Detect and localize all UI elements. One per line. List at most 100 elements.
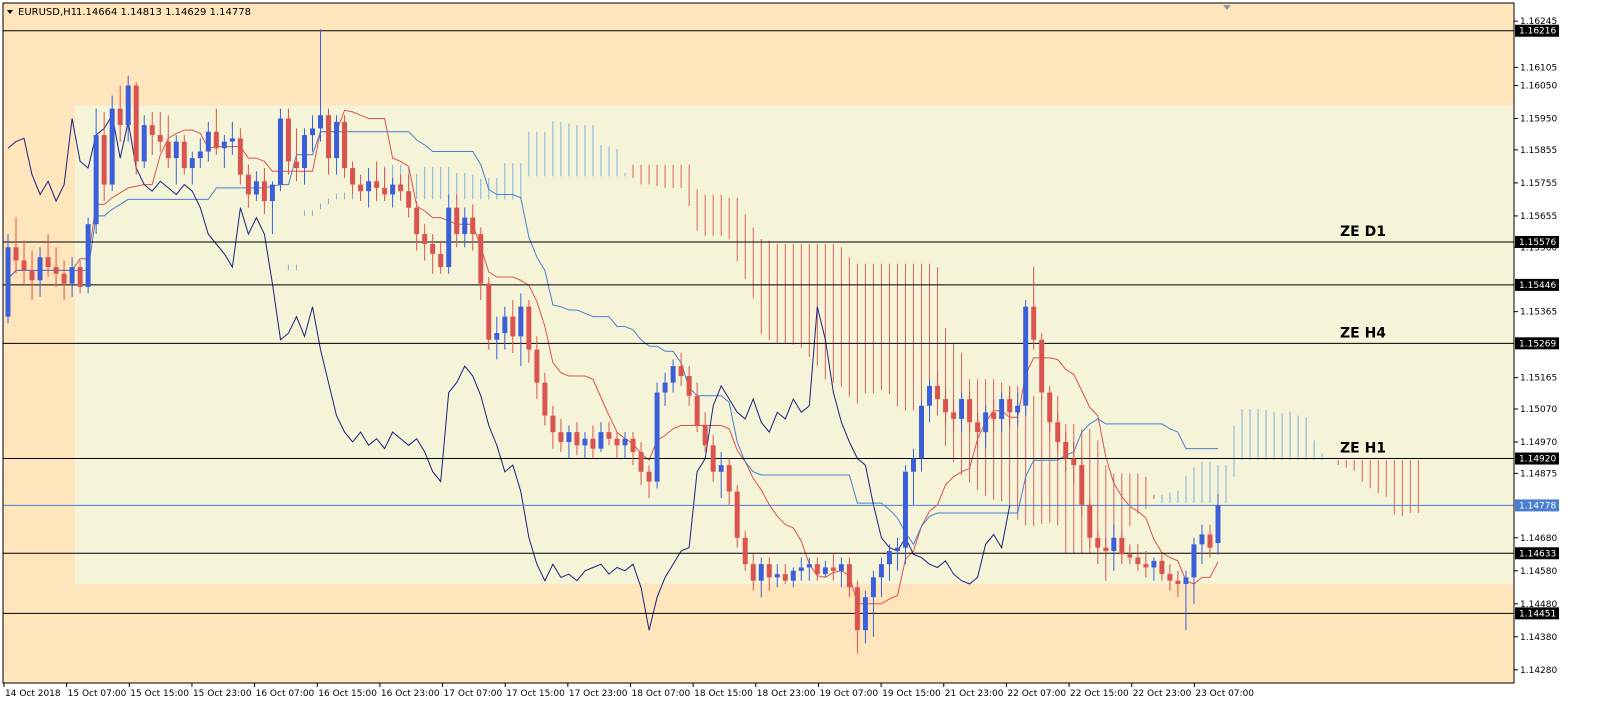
candle-body [85, 224, 91, 287]
candle-body [1183, 577, 1189, 584]
candle-body [894, 547, 900, 551]
current-price-label: 1.14778 [1519, 501, 1556, 511]
candle-body [774, 574, 780, 578]
candle-body [1031, 306, 1037, 340]
x-tick-label: 16 Oct 23:00 [381, 689, 440, 699]
y-tick-label: 1.14680 [1520, 534, 1557, 544]
candle-body [854, 587, 860, 631]
candle-body [846, 564, 852, 588]
candle-body [1079, 465, 1085, 505]
candle-body [574, 432, 580, 446]
candle-body [975, 422, 981, 433]
candle-body [334, 121, 340, 159]
candle-body [181, 141, 187, 169]
candle-body [157, 135, 163, 142]
candle-body [1007, 399, 1013, 413]
candle-body [1175, 580, 1181, 584]
chart-header: EURUSD,H1 1.14664 1.14813 1.14629 1.1477… [7, 7, 251, 18]
candle [85, 217, 91, 294]
chart-window: ZE D1 ZE H4 ZE H1 1.16245 1.16105 1.16050 1.1… [0, 0, 1602, 719]
candle-body [318, 115, 324, 129]
candle-body [951, 412, 957, 419]
candle-body [726, 465, 732, 492]
x-tick-label: 18 Oct 15:00 [694, 689, 753, 699]
y-tick-label: 1.15165 [1520, 374, 1557, 384]
candle [1039, 333, 1045, 400]
candle-body [902, 471, 908, 548]
candle-body [590, 438, 596, 449]
candle-body [1111, 537, 1117, 551]
candle-body [285, 118, 291, 162]
x-tick-label: 18 Oct 23:00 [757, 689, 816, 699]
candle-body [670, 366, 676, 383]
candle-body [406, 191, 412, 208]
candle-body [101, 135, 107, 185]
price-chart[interactable]: ZE D1ZE H4ZE H1 1.162451.161051.160501.1… [0, 0, 1602, 719]
candle-body [269, 184, 275, 202]
candle-body [430, 243, 436, 254]
candle-body [678, 366, 684, 377]
candle-body [422, 234, 428, 244]
x-tick-label: 17 Oct 07:00 [444, 689, 503, 699]
candle-body [69, 267, 75, 284]
candle-body [1047, 392, 1053, 423]
candle [133, 82, 139, 175]
candle-body [310, 128, 315, 136]
candle-body [510, 316, 516, 337]
candle-body [277, 118, 283, 185]
candle-body [927, 385, 933, 406]
candle-body [502, 316, 508, 334]
candle-body [830, 567, 836, 571]
candle-body [446, 207, 452, 268]
candle [109, 95, 115, 192]
candle-body [21, 260, 27, 271]
candle-body [1199, 534, 1205, 545]
candle-body [478, 234, 484, 284]
candle-body [326, 115, 332, 159]
candle-body [782, 574, 788, 581]
candle-body [1215, 505, 1221, 544]
y-tick-label: 1.15755 [1520, 179, 1557, 189]
candle [654, 382, 660, 489]
candle-body [1159, 560, 1165, 575]
candle-body [117, 108, 123, 126]
x-tick-label: 19 Oct 07:00 [819, 689, 878, 699]
candle-body [694, 395, 700, 426]
candle-body [886, 550, 892, 565]
candle-body [197, 151, 203, 159]
candle-body [342, 121, 348, 169]
candle-body [470, 217, 476, 235]
candle-body [1023, 306, 1029, 406]
candle-body [125, 85, 131, 126]
ohlc-quote: 1.14664 1.14813 1.14629 1.14778 [76, 7, 251, 18]
y-tick-label: 1.15950 [1520, 115, 1557, 125]
candle-body [622, 438, 628, 446]
candle-body [93, 135, 99, 225]
x-tick-label: 22 Oct 07:00 [1007, 689, 1066, 699]
candle-body [149, 125, 155, 136]
candle-body [838, 564, 844, 571]
candle-body [141, 125, 147, 162]
x-tick-label: 17 Oct 15:00 [506, 689, 565, 699]
candle-body [350, 168, 356, 185]
candle-body [558, 432, 564, 443]
candle-body [550, 415, 556, 433]
candle-body [758, 564, 764, 581]
candle-body [173, 141, 179, 159]
candle-body [646, 471, 652, 482]
candle [1023, 300, 1029, 416]
candle-body [37, 257, 43, 281]
y-tick-label: 1.14875 [1520, 469, 1557, 479]
x-tick-label: 22 Oct 23:00 [1133, 689, 1192, 699]
candle-body [798, 567, 804, 571]
candle-body [614, 438, 620, 446]
candle-body [999, 399, 1005, 419]
candle-body [638, 451, 644, 472]
level-price-label: 1.14451 [1519, 609, 1556, 619]
candle-body [5, 247, 11, 317]
level-price-label: 1.16216 [1519, 27, 1556, 37]
level-price-label: 1.15269 [1519, 339, 1556, 349]
candle-body [189, 158, 195, 169]
candle-body [205, 131, 211, 152]
candle-body [438, 253, 444, 268]
